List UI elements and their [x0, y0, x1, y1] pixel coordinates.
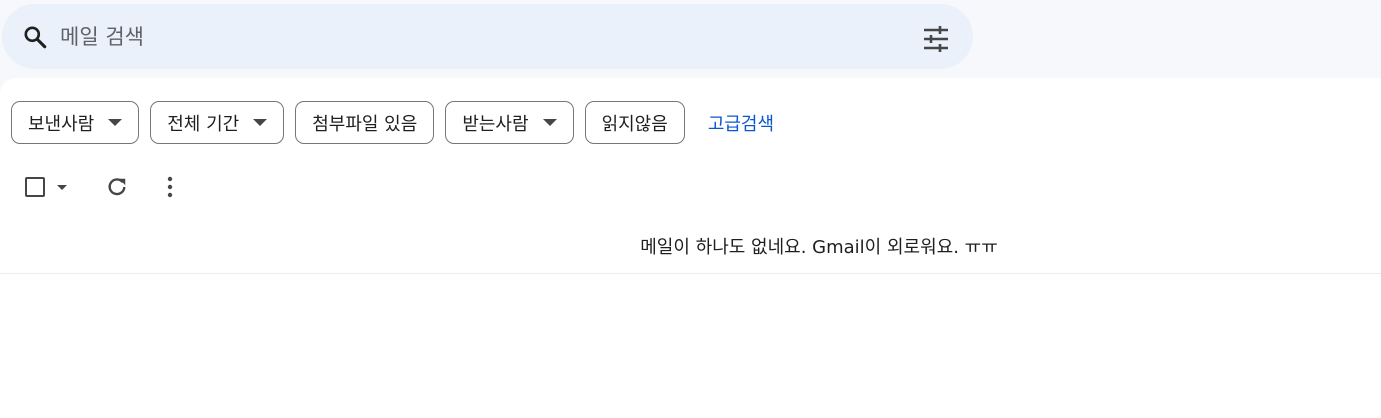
- chip-date-range[interactable]: 전체 기간: [150, 101, 285, 144]
- caret-down-icon: [542, 119, 557, 126]
- advanced-search-link[interactable]: 고급검색: [708, 110, 774, 136]
- mail-toolbar: [0, 168, 400, 208]
- search-icon[interactable]: [22, 24, 48, 50]
- search-input[interactable]: [60, 20, 900, 54]
- caret-down-icon: [253, 119, 268, 126]
- chip-label: 읽지않음: [601, 113, 668, 135]
- refresh-icon[interactable]: [106, 176, 128, 198]
- checkbox-icon[interactable]: [25, 177, 45, 197]
- caret-down-icon[interactable]: [57, 185, 67, 190]
- chip-recipient[interactable]: 받는사람: [445, 101, 574, 144]
- top-bar: [0, 0, 1381, 78]
- chip-has-attachment[interactable]: 첨부파일 있음: [295, 101, 435, 144]
- search-bar[interactable]: [2, 4, 973, 69]
- empty-inbox-message: 메일이 하나도 없네요. Gmail이 외로워요. ㅠㅠ: [640, 237, 998, 258]
- chip-sender[interactable]: 보낸사람: [11, 101, 140, 144]
- main-panel: 보낸사람 전체 기간 첨부파일 있음 받는사람 읽지않음 고급검색 메일이 하나…: [0, 78, 1381, 418]
- filter-chips: 보낸사람 전체 기간 첨부파일 있음 받는사람 읽지않음 고급검색: [11, 101, 774, 144]
- caret-down-icon: [108, 119, 123, 126]
- divider: [0, 273, 1381, 274]
- chip-unread[interactable]: 읽지않음: [584, 101, 685, 144]
- chip-label: 보낸사람: [28, 113, 95, 135]
- chip-label: 받는사람: [462, 113, 529, 135]
- chip-label: 첨부파일 있음: [312, 113, 418, 135]
- chip-label: 전체 기간: [167, 113, 240, 135]
- more-vert-icon[interactable]: [160, 175, 180, 199]
- tune-icon[interactable]: [922, 26, 950, 52]
